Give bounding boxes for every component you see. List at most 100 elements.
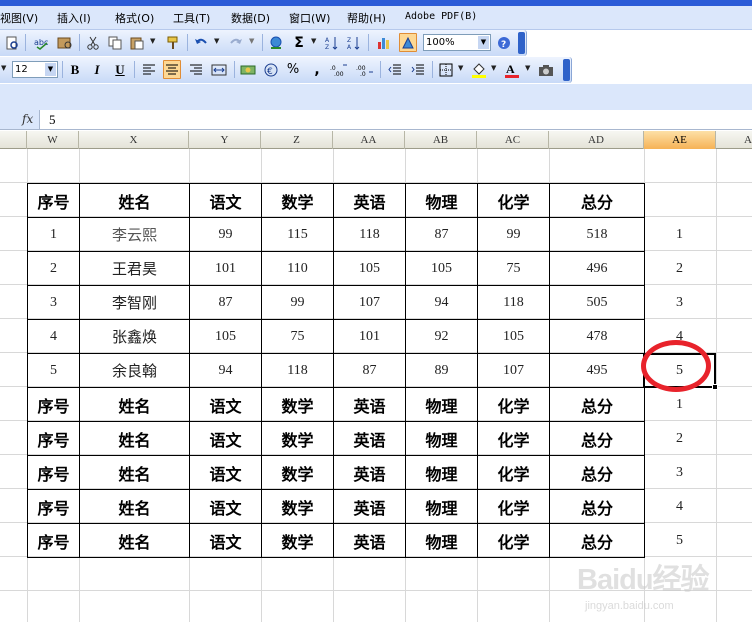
fill-handle[interactable]	[712, 384, 718, 390]
paste-icon[interactable]	[128, 33, 146, 52]
currency-icon[interactable]	[239, 60, 257, 79]
drawing-icon[interactable]	[399, 33, 417, 52]
print-preview-icon[interactable]	[3, 33, 21, 52]
borders-icon[interactable]	[437, 60, 455, 79]
font-size-dropdown-icon[interactable]: ▼	[45, 63, 56, 76]
help-icon[interactable]: ?	[495, 33, 513, 52]
table-cell[interactable]: 3	[27, 285, 80, 320]
ae-cell[interactable]: 1	[644, 218, 715, 252]
table-cell[interactable]: 2	[27, 251, 80, 286]
table-cell[interactable]: 518	[549, 217, 645, 252]
table-cell[interactable]: 5	[27, 353, 80, 388]
table-cell[interactable]: 118	[333, 217, 406, 252]
camera-icon[interactable]	[537, 60, 555, 79]
column-header-ac[interactable]: AC	[477, 131, 549, 149]
table-cell[interactable]: 105	[189, 319, 262, 354]
table-header-cell[interactable]: 物理	[405, 489, 478, 524]
table-cell[interactable]: 105	[477, 319, 550, 354]
menu-insert[interactable]: 插入(I)	[57, 10, 91, 26]
table-cell[interactable]: 94	[405, 285, 478, 320]
toolbar-options-icon[interactable]	[563, 59, 570, 81]
table-cell[interactable]: 115	[261, 217, 334, 252]
font-name-dropdown-icon[interactable]: ▼	[1, 64, 6, 72]
align-left-icon[interactable]	[140, 60, 158, 79]
column-header-ad[interactable]: AD	[549, 131, 644, 149]
menu-view[interactable]: 视图(V)	[0, 10, 38, 26]
table-header-cell[interactable]: 序号	[27, 455, 80, 490]
table-cell[interactable]: 余良翰	[79, 353, 190, 388]
zoom-dropdown-icon[interactable]: ▼	[478, 36, 489, 49]
column-header-ae[interactable]: AE	[644, 131, 716, 149]
table-cell[interactable]: 张鑫焕	[79, 319, 190, 354]
table-cell[interactable]: 王君昊	[79, 251, 190, 286]
table-cell[interactable]: 107	[477, 353, 550, 388]
column-header-af[interactable]: A	[716, 131, 752, 149]
column-header-y[interactable]: Y	[189, 131, 261, 149]
hyperlink-icon[interactable]	[267, 33, 285, 52]
table-header-cell[interactable]: 总分	[549, 421, 645, 456]
table-cell[interactable]: 4	[27, 319, 80, 354]
table-header-cell[interactable]: 化学	[477, 489, 550, 524]
ae-cell[interactable]: 5	[644, 524, 715, 558]
table-cell[interactable]: 495	[549, 353, 645, 388]
format-painter-icon[interactable]	[164, 33, 182, 52]
increase-decimal-icon[interactable]: .0.00	[330, 60, 348, 79]
table-header-cell[interactable]: 姓名	[79, 489, 190, 524]
table-cell[interactable]: 505	[549, 285, 645, 320]
table-header-cell[interactable]: 英语	[333, 387, 406, 422]
redo-dropdown-icon[interactable]: ▼	[249, 37, 254, 45]
table-cell[interactable]: 118	[477, 285, 550, 320]
redo-icon[interactable]	[227, 33, 245, 52]
column-header-w[interactable]: W	[27, 131, 79, 149]
menu-help[interactable]: 帮助(H)	[347, 10, 386, 26]
table-header-cell[interactable]: 总分	[549, 523, 645, 558]
comma-button[interactable]: ,	[308, 60, 326, 79]
table-header-cell[interactable]: 语文	[189, 421, 262, 456]
table-cell[interactable]: 92	[405, 319, 478, 354]
table-header-cell[interactable]: 语文	[189, 183, 262, 218]
table-header-cell[interactable]: 物理	[405, 455, 478, 490]
zoom-select[interactable]: 100% ▼	[423, 34, 491, 51]
ae-cell[interactable]: 1	[644, 388, 715, 422]
percent-button[interactable]: %	[284, 60, 302, 79]
ae-cell[interactable]: 2	[644, 252, 715, 286]
table-header-cell[interactable]: 物理	[405, 387, 478, 422]
table-cell[interactable]: 110	[261, 251, 334, 286]
column-header-ab[interactable]: AB	[405, 131, 477, 149]
table-header-cell[interactable]: 数学	[261, 455, 334, 490]
formula-input[interactable]: 5	[39, 110, 752, 129]
table-cell[interactable]: 75	[477, 251, 550, 286]
table-header-cell[interactable]: 英语	[333, 421, 406, 456]
table-cell[interactable]: 496	[549, 251, 645, 286]
menu-data[interactable]: 数据(D)	[231, 10, 270, 26]
autosum-dropdown-icon[interactable]: ▼	[311, 37, 316, 45]
table-header-cell[interactable]: 物理	[405, 523, 478, 558]
table-header-cell[interactable]: 数学	[261, 387, 334, 422]
table-header-cell[interactable]: 姓名	[79, 523, 190, 558]
borders-dropdown-icon[interactable]: ▼	[458, 64, 463, 72]
table-header-cell[interactable]: 姓名	[79, 421, 190, 456]
table-cell[interactable]: 89	[405, 353, 478, 388]
table-cell[interactable]: 101	[189, 251, 262, 286]
table-header-cell[interactable]: 语文	[189, 455, 262, 490]
table-header-cell[interactable]: 姓名	[79, 455, 190, 490]
toolbar-options-icon[interactable]	[518, 32, 525, 54]
decrease-indent-icon[interactable]	[386, 60, 404, 79]
fill-color-icon[interactable]	[470, 60, 488, 79]
table-header-cell[interactable]: 序号	[27, 523, 80, 558]
table-header-cell[interactable]: 序号	[27, 387, 80, 422]
chart-wizard-icon[interactable]	[375, 33, 393, 52]
column-header-x[interactable]: X	[79, 131, 189, 149]
ae-cell[interactable]: 4	[644, 490, 715, 524]
table-cell[interactable]: 李云熙	[79, 217, 190, 252]
table-header-cell[interactable]: 姓名	[79, 183, 190, 218]
table-header-cell[interactable]: 数学	[261, 489, 334, 524]
table-header-cell[interactable]: 序号	[27, 421, 80, 456]
column-header-aa[interactable]: AA	[333, 131, 405, 149]
column-header-partial[interactable]	[0, 131, 27, 149]
euro-icon[interactable]: €	[262, 60, 280, 79]
underline-button[interactable]: U	[111, 60, 129, 79]
ae-cell[interactable]: 3	[644, 456, 715, 490]
table-header-cell[interactable]: 数学	[261, 183, 334, 218]
fx-icon[interactable]: fx	[22, 112, 33, 126]
